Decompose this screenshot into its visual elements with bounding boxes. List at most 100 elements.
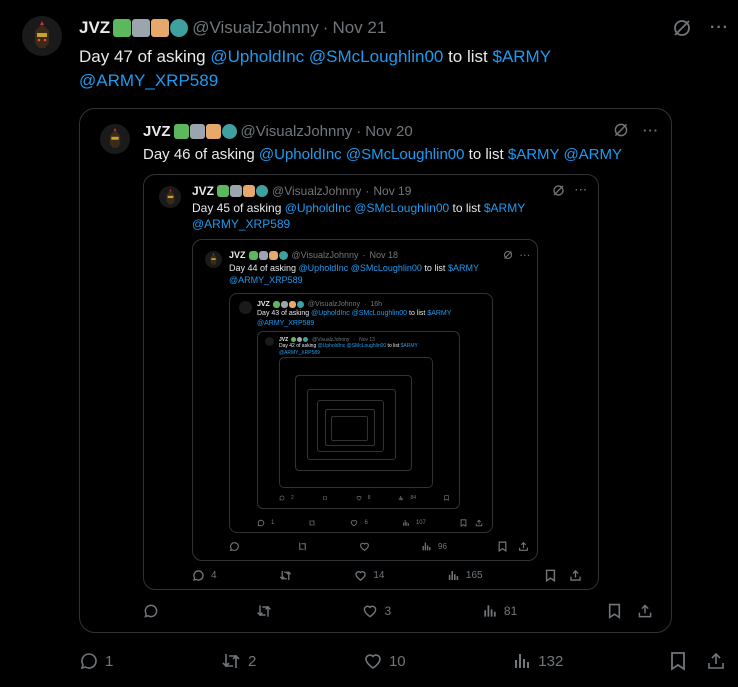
avatar[interactable] (100, 124, 130, 154)
bookmark-icon[interactable] (498, 541, 507, 552)
quote-card-level10[interactable] (325, 409, 375, 446)
share-icon[interactable] (637, 603, 653, 619)
mention-uphold[interactable]: @UpholdInc (285, 201, 351, 215)
repost-button[interactable]: 2 (220, 651, 256, 671)
grok-icon[interactable] (552, 184, 565, 197)
like-button[interactable]: 14 (354, 569, 385, 582)
views-button[interactable]: 81 (482, 603, 517, 619)
bookmark-icon[interactable] (444, 495, 449, 501)
bookmark-icon[interactable] (670, 651, 686, 671)
mention-smcloughlin[interactable]: @SMcLoughlin00 (354, 201, 449, 215)
mention-army-xrp[interactable]: @ARMY_XRP589 (79, 71, 218, 90)
mention-smcloughlin[interactable]: @SMcLoughlin00 (352, 310, 407, 317)
display-name[interactable]: JVZ (143, 123, 171, 140)
mention-uphold[interactable]: @UpholdInc (210, 47, 304, 66)
share-icon[interactable] (569, 569, 582, 582)
cashtag-army[interactable]: $ARMY (492, 47, 550, 66)
reply-button[interactable] (229, 541, 246, 552)
handle[interactable]: @VisualzJohnny (312, 337, 349, 343)
like-button[interactable] (359, 541, 370, 552)
quote-card-level5[interactable]: JVZ @VisualzJohnny · Nov 13 Day 42 of as… (257, 331, 460, 509)
timestamp[interactable]: Nov 20 (365, 123, 413, 140)
handle[interactable]: @VisualzJohnny (292, 250, 359, 260)
display-name[interactable]: JVZ (192, 184, 214, 198)
quote-card-level11[interactable] (331, 416, 368, 441)
quote-card-level2[interactable]: JVZ @VisualzJohnny · Nov 19 ··· Day 45 o… (143, 174, 599, 590)
mention-army[interactable]: @ARMY (563, 146, 622, 163)
avatar[interactable] (265, 337, 274, 346)
display-name[interactable]: JVZ (229, 250, 246, 260)
avatar[interactable] (22, 16, 62, 56)
views-button[interactable]: 84 (398, 495, 416, 501)
bookmark-icon[interactable] (545, 569, 556, 582)
handle[interactable]: @VisualzJohnny (192, 18, 319, 38)
quote-card-level4[interactable]: JVZ @VisualzJohnny · 16h Day 43 of askin… (229, 293, 493, 533)
repost-button[interactable] (308, 519, 316, 527)
repost-button[interactable] (322, 495, 328, 501)
share-icon[interactable] (475, 519, 483, 527)
timestamp[interactable]: Nov 13 (359, 337, 375, 343)
mention-army-xrp[interactable]: @ARMY_XRP589 (279, 350, 320, 356)
mention-army-xrp[interactable]: @ARMY_XRP589 (192, 217, 290, 231)
reply-button[interactable]: 1 (79, 651, 113, 671)
mention-smcloughlin[interactable]: @SMcLoughlin00 (351, 263, 422, 273)
mention-army-xrp[interactable]: @ARMY_XRP589 (229, 275, 303, 285)
cashtag-army[interactable]: $ARMY (508, 146, 559, 163)
like-button[interactable]: 3 (362, 603, 391, 619)
timestamp[interactable]: Nov 19 (373, 184, 411, 198)
mention-uphold[interactable]: @UpholdInc (299, 263, 349, 273)
quote-card-level7[interactable] (295, 375, 412, 471)
grok-icon[interactable] (503, 250, 513, 260)
share-icon[interactable] (706, 651, 726, 671)
like-button[interactable]: 10 (363, 651, 406, 671)
timestamp[interactable]: Nov 21 (332, 18, 386, 38)
reply-button[interactable] (143, 603, 165, 619)
grok-icon[interactable] (672, 18, 692, 38)
display-name[interactable]: JVZ (79, 18, 110, 38)
cashtag-army[interactable]: $ARMY (448, 263, 479, 273)
views-button[interactable]: 165 (447, 569, 483, 582)
mention-uphold[interactable]: @UpholdInc (259, 146, 342, 163)
cashtag-army[interactable]: $ARMY (484, 201, 525, 215)
quote-card-level1[interactable]: JVZ @VisualzJohnny · Nov 20 ··· Day 46 o… (79, 108, 672, 633)
bookmark-icon[interactable] (608, 603, 621, 619)
handle[interactable]: @VisualzJohnny (272, 184, 361, 198)
more-icon[interactable]: ··· (575, 185, 588, 196)
avatar[interactable] (205, 251, 222, 268)
timestamp[interactable]: Nov 18 (370, 250, 399, 260)
mention-smcloughlin[interactable]: @SMcLoughlin00 (347, 343, 387, 349)
display-name[interactable]: JVZ (279, 337, 288, 343)
quote-card-level9[interactable] (317, 400, 384, 452)
views-button[interactable]: 96 (421, 541, 447, 552)
mention-army-xrp[interactable]: @ARMY_XRP589 (257, 320, 314, 327)
mention-uphold[interactable]: @UpholdInc (318, 343, 346, 349)
quote-card-level3[interactable]: JVZ @VisualzJohnny · Nov 18 ··· Day 44 o… (192, 239, 538, 561)
more-icon[interactable]: ··· (520, 251, 531, 260)
reply-button[interactable]: 4 (192, 569, 217, 582)
mention-smcloughlin[interactable]: @SMcLoughlin00 (346, 146, 465, 163)
more-icon[interactable]: ··· (643, 123, 659, 138)
repost-button[interactable] (297, 541, 308, 552)
mention-smcloughlin[interactable]: @SMcLoughlin00 (309, 47, 443, 66)
mention-uphold[interactable]: @UpholdInc (311, 310, 350, 317)
grok-icon[interactable] (613, 122, 629, 138)
views-button[interactable]: 132 (512, 651, 563, 671)
like-button[interactable]: 6 (350, 519, 368, 527)
views-button[interactable]: 107 (402, 519, 426, 527)
avatar[interactable] (239, 301, 252, 314)
quote-card-level6[interactable] (279, 357, 433, 488)
share-icon[interactable] (518, 541, 529, 552)
handle[interactable]: @VisualzJohnny (241, 123, 353, 140)
reply-button[interactable]: 1 (257, 519, 274, 527)
like-button[interactable]: 8 (356, 495, 371, 501)
handle[interactable]: @VisualzJohnny (308, 301, 360, 308)
timestamp[interactable]: 16h (370, 301, 382, 308)
bookmark-icon[interactable] (460, 519, 467, 527)
quote-card-level8[interactable] (307, 389, 396, 460)
display-name[interactable]: JVZ (257, 301, 270, 308)
avatar[interactable] (159, 186, 181, 208)
repost-button[interactable] (256, 603, 272, 619)
repost-button[interactable] (279, 569, 292, 582)
reply-button[interactable]: 2 (279, 495, 294, 501)
tweet-main[interactable]: JVZ @VisualzJohnny · Nov 21 ··· Day 47 o… (0, 0, 738, 687)
